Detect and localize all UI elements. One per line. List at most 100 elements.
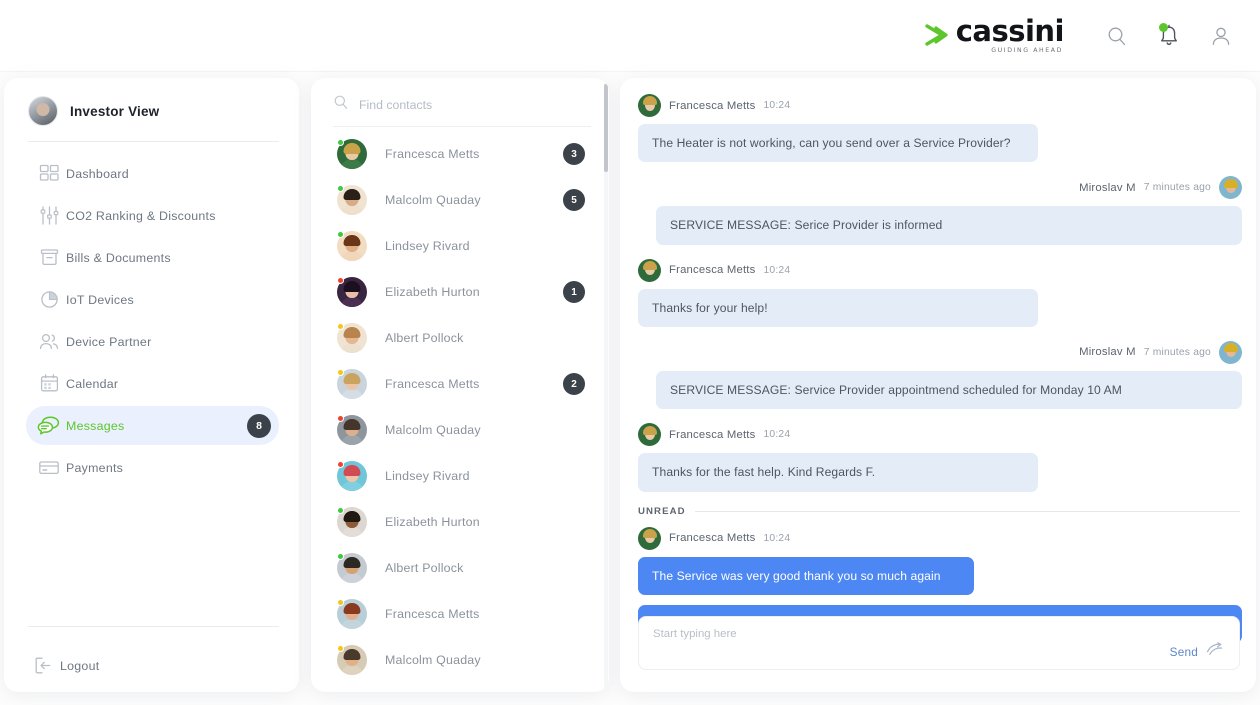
- sidebar-item-device-partner[interactable]: Device Partner: [26, 322, 279, 361]
- contact-name: Malcolm Quaday: [385, 193, 481, 207]
- sliders-icon: [32, 205, 66, 226]
- contacts-scrollbar-track[interactable]: [604, 82, 608, 688]
- sidebar-item-payments[interactable]: Payments: [26, 448, 279, 487]
- unread-badge: 5: [563, 189, 585, 211]
- search-input[interactable]: [359, 98, 559, 112]
- message-timestamp: 10:24: [764, 533, 791, 544]
- sidebar-item-dashboard[interactable]: Dashboard: [26, 154, 279, 193]
- list-item[interactable]: Lindsey Rivard: [311, 223, 609, 269]
- contact-name: Malcolm Quaday: [385, 423, 481, 437]
- sidebar-item-label: Messages: [66, 419, 124, 433]
- message-timestamp: 10:24: [764, 100, 791, 111]
- users-icon: [32, 331, 66, 352]
- avatar: [638, 94, 661, 117]
- profile-name: Investor View: [70, 104, 159, 119]
- sidebar-panel: Investor View Dashboard: [4, 78, 299, 692]
- avatar: [638, 527, 661, 550]
- message-sender: Francesca Metts: [669, 100, 756, 112]
- list-item[interactable]: Elizabeth Hurton: [311, 499, 609, 545]
- avatar: [638, 423, 661, 446]
- notification-bell-icon[interactable]: [1148, 15, 1190, 57]
- message-meta: Francesca Metts10:24: [638, 423, 1242, 446]
- logo-wordmark: cassini: [956, 17, 1064, 46]
- message-meta: Francesca Metts 10:24: [638, 527, 1242, 550]
- message-group: Francesca Metts 10:24 The Service was very…: [638, 527, 1242, 595]
- list-item[interactable]: Albert Pollock: [311, 545, 609, 591]
- contact-name: Elizabeth Hurton: [385, 515, 480, 529]
- avatar: [1219, 176, 1242, 199]
- contact-search-row: [311, 78, 609, 115]
- message-sender: Francesca Metts: [669, 532, 756, 544]
- sidebar-item-label: IoT Devices: [66, 293, 134, 307]
- message-sender: Miroslav M: [1079, 182, 1136, 194]
- message-bubble: SERVICE MESSAGE: Service Provider appoin…: [656, 371, 1242, 409]
- sidebar-item-bills-documents[interactable]: Bills & Documents: [26, 238, 279, 277]
- chat-panel: Francesca Metts 10:24 The Heater is not wo…: [620, 78, 1256, 692]
- contact-name: Elizabeth Hurton: [385, 285, 480, 299]
- contacts-scrollbar-thumb[interactable]: [604, 84, 608, 172]
- avatar: [337, 553, 367, 583]
- contact-name: Francesca Metts: [385, 147, 480, 161]
- avatar: [337, 645, 367, 675]
- logo-chevron-icon: [922, 20, 952, 50]
- sidebar-item-label: Device Partner: [66, 335, 151, 349]
- message-input[interactable]: [653, 626, 1225, 640]
- message-group: Miroslav M7 minutes ago SERVICE MESSAGE: …: [638, 341, 1242, 409]
- list-item[interactable]: Lindsey Rivard: [311, 453, 609, 499]
- avatar: [337, 139, 367, 169]
- message-meta: Miroslav M7 minutes ago: [638, 341, 1242, 364]
- list-item[interactable]: Malcolm Quaday: [311, 637, 609, 683]
- contact-name: Lindsey Rivard: [385, 239, 470, 253]
- sidebar-item-label: Dashboard: [66, 167, 129, 181]
- list-item[interactable]: Elizabeth Hurton 1: [311, 269, 609, 315]
- list-item[interactable]: Francesca Metts2: [311, 361, 609, 407]
- avatar: [337, 507, 367, 537]
- avatar: [337, 415, 367, 445]
- list-item[interactable]: Francesca Metts3: [311, 131, 609, 177]
- sidebar-item-label: Payments: [66, 461, 123, 475]
- sidebar-item-calendar[interactable]: Calendar: [26, 364, 279, 403]
- message-bubble: The Service was very good thank you so m…: [638, 557, 974, 595]
- unread-divider: UNREAD: [638, 506, 1240, 517]
- user-account-icon[interactable]: [1200, 15, 1242, 57]
- contact-name: Albert Pollock: [385, 561, 464, 575]
- avatar: [337, 231, 367, 261]
- contact-name: Lindsey Rivard: [385, 469, 470, 483]
- send-button[interactable]: Send: [1170, 642, 1225, 661]
- sidebar-item-messages[interactable]: Messages 8: [26, 406, 279, 445]
- message-group: Francesca Metts10:24Thanks for your help…: [638, 259, 1242, 327]
- list-item[interactable]: Francesca Metts: [311, 591, 609, 637]
- archive-box-icon: [32, 247, 66, 268]
- message-timestamp: 7 minutes ago: [1144, 182, 1211, 193]
- avatar: [638, 259, 661, 282]
- sidebar-item-co2-ranking-discounts[interactable]: CO2 Ranking & Discounts: [26, 196, 279, 235]
- divider-line: [695, 511, 1240, 512]
- notification-dot: [1159, 23, 1168, 32]
- message-meta: Francesca Metts10:24: [638, 259, 1242, 282]
- unread-divider-label: UNREAD: [638, 506, 686, 517]
- cassini-logo[interactable]: cassini GUIDING AHEAD: [922, 17, 1064, 54]
- logout-arrow-icon: [26, 655, 60, 676]
- logout-button[interactable]: Logout: [26, 646, 99, 685]
- message-timestamp: 10:24: [764, 265, 791, 276]
- logo-tagline: GUIDING AHEAD: [991, 48, 1063, 54]
- message-bubble: The Heater is not working, can you send …: [638, 124, 1038, 162]
- avatar: [337, 461, 367, 491]
- search-icon: [333, 94, 349, 115]
- status-badge: 8: [247, 414, 271, 438]
- search-icon[interactable]: [1096, 15, 1138, 57]
- message-group: Francesca Metts10:24 Thanks for the fast …: [638, 423, 1242, 491]
- sidebar-item-label: CO2 Ranking & Discounts: [66, 209, 216, 223]
- message-group: Miroslav M7 minutes agoSERVICE MESSAGE: …: [638, 176, 1242, 244]
- list-item[interactable]: Malcolm Quaday: [311, 407, 609, 453]
- sidebar-item-iot-devices[interactable]: IoT Devices: [26, 280, 279, 319]
- message-thread: Francesca Metts 10:24 The Heater is not wo…: [638, 94, 1242, 643]
- list-item[interactable]: Albert Pollock: [311, 315, 609, 361]
- list-item[interactable]: Malcolm Quaday 5: [311, 177, 609, 223]
- avatar: [337, 185, 367, 215]
- profile-header[interactable]: Investor View: [4, 78, 299, 126]
- calendar-icon: [32, 373, 66, 394]
- contact-name: Francesca Metts: [385, 377, 480, 391]
- message-bubble: Thanks for the fast help. Kind Regards F…: [638, 453, 1038, 491]
- unread-badge: 1: [563, 281, 585, 303]
